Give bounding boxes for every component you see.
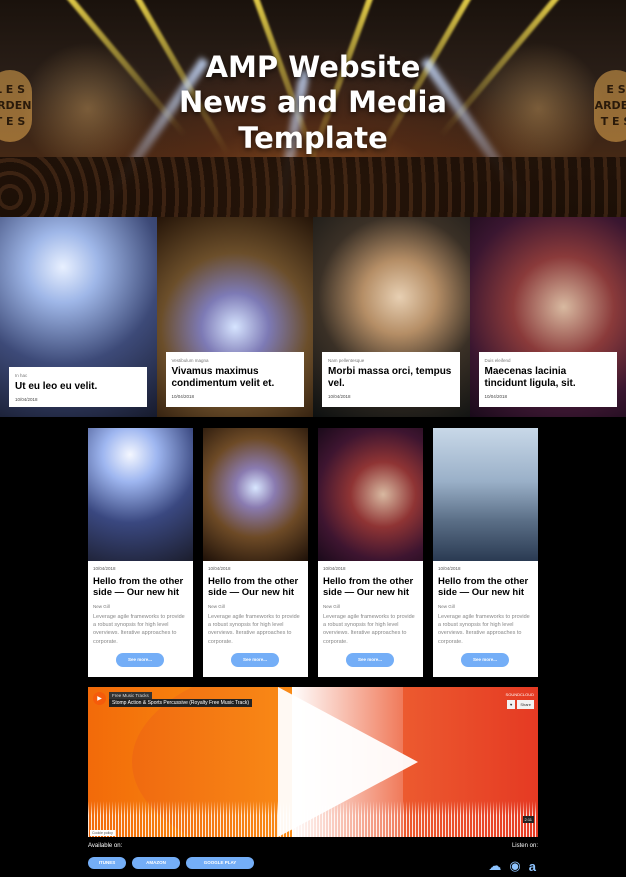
amazon-button[interactable]: AMAZON: [132, 857, 180, 869]
soundcloud-icon[interactable]: ☁: [488, 860, 501, 874]
date-label: 10/04/2018: [93, 566, 116, 571]
track-duration: 2:11: [522, 816, 534, 823]
featured-title[interactable]: Ut eu leo eu velit.: [15, 381, 141, 393]
date-label: 10/04/2018: [15, 397, 38, 402]
article-card: 10/04/2018 Hello from the other side — O…: [318, 428, 423, 677]
author-label: New Gill: [208, 603, 225, 609]
title-line: Template: [238, 120, 388, 155]
featured-card[interactable]: Vestibulum magna Vivamus maximus condime…: [165, 352, 304, 407]
featured-title[interactable]: Morbi massa orci, tempus vel.: [328, 366, 454, 390]
play-button[interactable]: ▶: [93, 692, 106, 705]
category-label: Nam pellentesque: [328, 358, 365, 363]
featured-title[interactable]: Vivamus maximus condimentum velit et.: [172, 366, 298, 390]
player-controls: ♥ Share: [506, 700, 534, 709]
author-label: New Gill: [93, 603, 110, 609]
article-title[interactable]: Hello from the other side — Our new hit: [438, 576, 533, 599]
category-label: In hac: [15, 373, 28, 378]
date-label: 10/04/2018: [484, 394, 508, 399]
listen-services: ☁ ◉ a: [488, 860, 536, 874]
date-label: 10/04/2018: [438, 566, 461, 571]
article-image[interactable]: [88, 428, 193, 561]
soundcloud-logo[interactable]: SOUNDCLOUD: [506, 692, 534, 697]
see-more-button[interactable]: See more...: [231, 653, 279, 667]
featured-item[interactable]: In hac Ut eu leo eu velit. 10/04/2018: [0, 217, 157, 417]
hero-banner: L E SARDENT E S E SARDENT E S AMP Websit…: [0, 0, 626, 217]
article-title[interactable]: Hello from the other side — Our new hit: [93, 576, 188, 599]
track-title[interactable]: Stomp Action & Sports Percussive (Royalt…: [109, 699, 252, 707]
page-title: AMP Website News and Media Template: [0, 50, 626, 156]
waveform[interactable]: [88, 801, 538, 837]
cookie-policy-link[interactable]: Cookie policy: [90, 830, 115, 836]
like-button[interactable]: ♥: [506, 700, 516, 709]
date-label: 10/04/2018: [208, 566, 231, 571]
listen-on-label: Listen on:: [511, 843, 538, 849]
date-label: 10/04/2018: [171, 394, 195, 399]
article-card: 10/04/2018 Hello from the other side — O…: [433, 428, 538, 677]
category-label: Duis eleifend: [484, 358, 511, 363]
featured-card[interactable]: Duis eleifend Maecenas lacinia tincidunt…: [478, 352, 617, 407]
see-more-button[interactable]: See more...: [346, 653, 394, 667]
article-image[interactable]: [203, 428, 308, 561]
artist-name[interactable]: Free Music Tracks: [109, 692, 152, 699]
featured-strip: In hac Ut eu leo eu velit. 10/04/2018 Ve…: [0, 217, 626, 417]
article-image[interactable]: [433, 428, 538, 561]
title-line: AMP Website: [205, 50, 421, 84]
itunes-button[interactable]: ITUNES: [88, 857, 126, 869]
google-play-button[interactable]: GOOGLE PLAY: [186, 857, 254, 869]
author-label: New Gill: [438, 603, 455, 609]
article-excerpt: Leverage agile frameworks to provide a r…: [208, 613, 300, 645]
category-label: Vestibulum magna: [171, 358, 209, 363]
see-more-button[interactable]: See more...: [461, 653, 509, 667]
article-excerpt: Leverage agile frameworks to provide a r…: [323, 613, 415, 645]
spotify-icon[interactable]: ◉: [509, 860, 520, 874]
featured-item[interactable]: Nam pellentesque Morbi massa orci, tempu…: [313, 217, 470, 417]
article-card: 10/04/2018 Hello from the other side — O…: [203, 428, 308, 677]
amazon-icon[interactable]: a: [529, 860, 536, 874]
soundcloud-player[interactable]: ▶ Free Music Tracks Stomp Action & Sport…: [88, 687, 538, 837]
store-buttons: ITUNES AMAZON GOOGLE PLAY: [88, 857, 254, 869]
article-grid: 10/04/2018 Hello from the other side — O…: [88, 428, 538, 677]
article-image[interactable]: [318, 428, 423, 561]
article-title[interactable]: Hello from the other side — Our new hit: [323, 576, 418, 599]
date-label: 10/04/2018: [328, 394, 351, 399]
article-excerpt: Leverage agile frameworks to provide a r…: [93, 613, 185, 645]
article-card: 10/04/2018 Hello from the other side — O…: [88, 428, 193, 677]
article-title[interactable]: Hello from the other side — Our new hit: [208, 576, 303, 599]
title-line: News and Media: [179, 85, 447, 120]
featured-title[interactable]: Maecenas lacinia tincidunt ligula, sit.: [485, 366, 611, 390]
share-button[interactable]: Share: [517, 700, 534, 709]
featured-item[interactable]: Vestibulum magna Vivamus maximus condime…: [156, 217, 313, 417]
crowd-silhouette: [0, 157, 626, 217]
author-label: New Gill: [323, 603, 340, 609]
featured-item[interactable]: Duis eleifend Maecenas lacinia tincidunt…: [469, 217, 626, 417]
see-more-button[interactable]: See more...: [116, 653, 164, 667]
date-label: 10/04/2018: [323, 566, 346, 571]
featured-card[interactable]: In hac Ut eu leo eu velit. 10/04/2018: [9, 367, 147, 407]
featured-card[interactable]: Nam pellentesque Morbi massa orci, tempu…: [322, 352, 460, 407]
available-on-label: Available on:: [88, 843, 123, 849]
article-excerpt: Leverage agile frameworks to provide a r…: [438, 613, 530, 645]
